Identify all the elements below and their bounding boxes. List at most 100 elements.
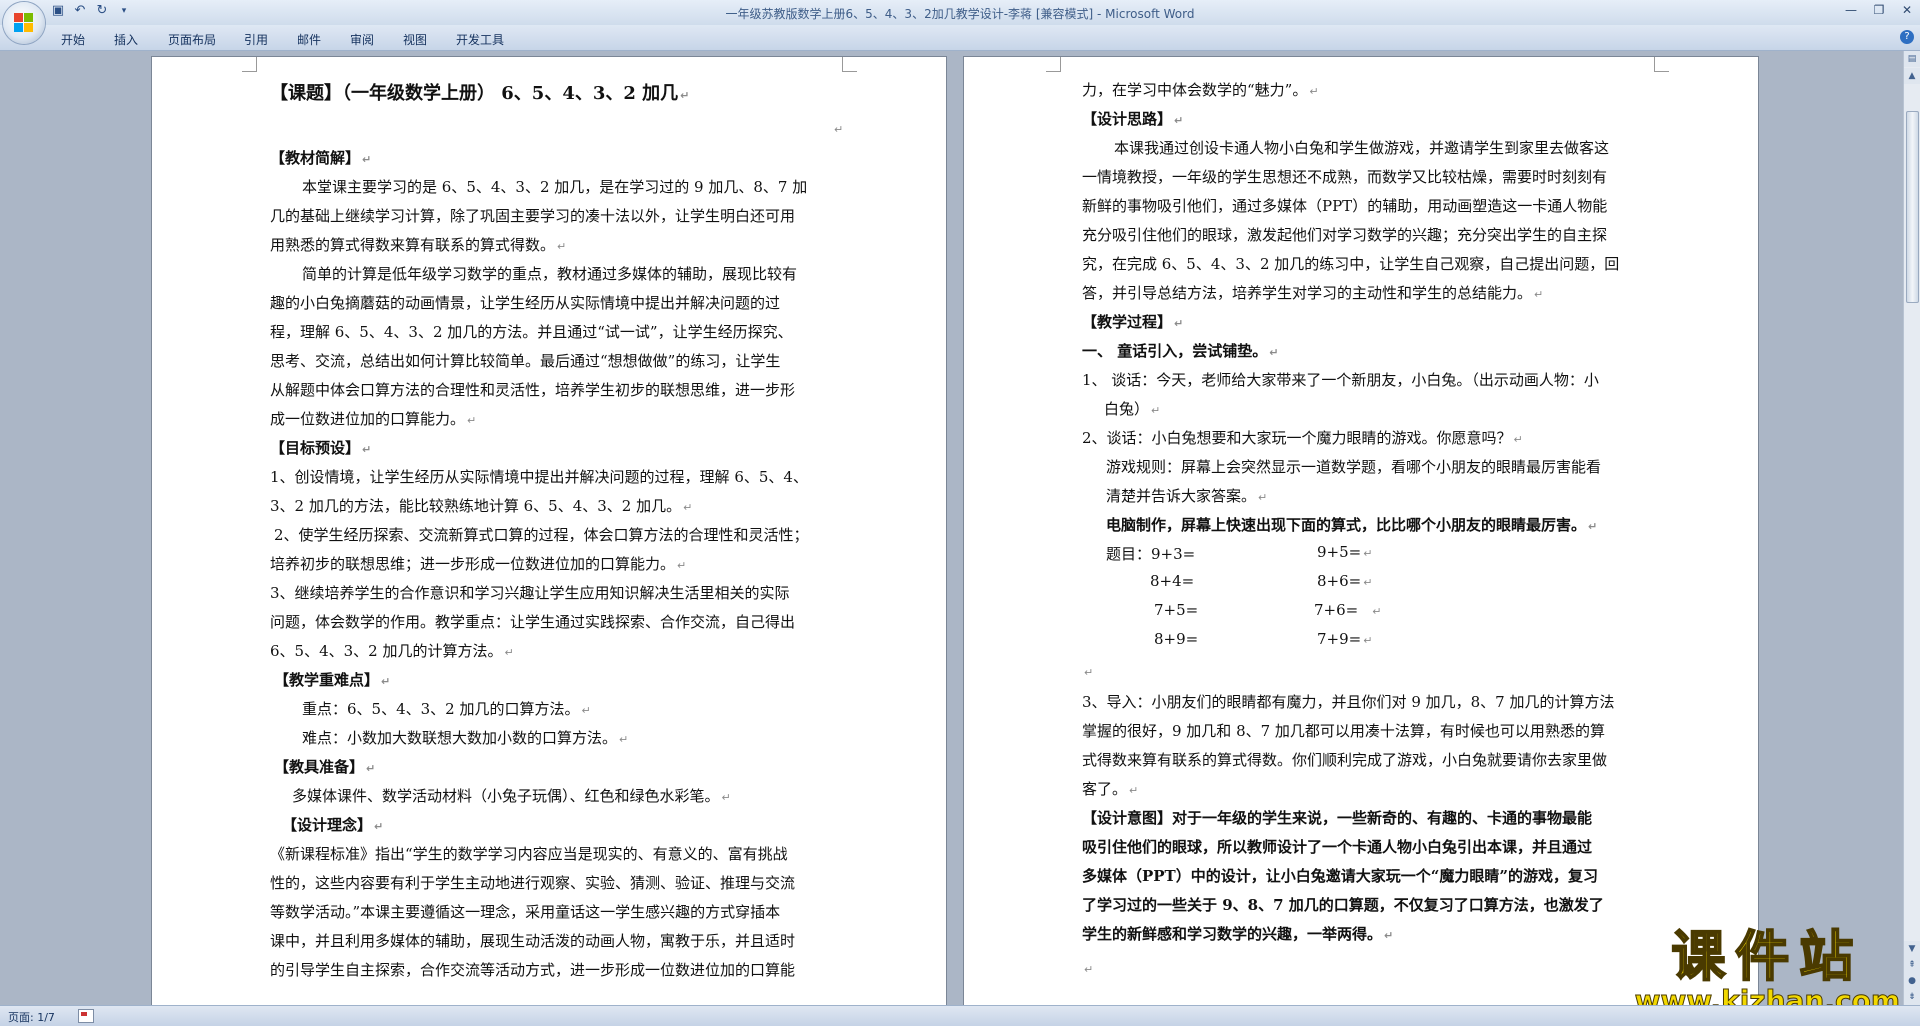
equation: 题目：9+3= (1106, 545, 1196, 563)
margin-mark (1654, 57, 1669, 72)
paragraph-line: 的引导学生自主探索，合作交流等活动方式，进一步形成一位数进位加的口算能 (270, 961, 796, 979)
paragraph-line: 简单的计算是低年级学习数学的重点，教材通过多媒体的辅助，展现比较有 (302, 265, 798, 283)
ribbon-tabs: 开始 插入 页面布局 引用 邮件 审阅 视图 开发工具 ? (0, 25, 1920, 51)
empty-paragraph: ↵ (1084, 963, 1094, 976)
previous-page-icon[interactable]: ⇞ (1904, 957, 1920, 973)
tab-mailings[interactable]: 邮件 (297, 31, 321, 48)
equation: 7+9= ↵ (1317, 630, 1373, 648)
paragraph-line: 问题，体会数学的作用。教学重点：让学生通过实践探索、合作交流，自己得出 (270, 613, 796, 631)
paragraph-line: 式得数来算有联系的算式得数。你们顺利完成了游戏，小白兔就要请你去家里做 (1082, 751, 1608, 769)
section-heading: 【目标预设】 ↵ (270, 439, 372, 457)
paragraph-line: 成一位数进位加的口算能力。 ↵ (270, 410, 477, 428)
paragraph-line: 究，在完成 6、5、4、3、2 加几的练习中，让学生自己观察，自己提出问题，回 (1082, 255, 1620, 273)
paragraph-line: 多媒体课件、数学活动材料（小兔子玩偶）、红色和绿色水彩笔。 ↵ (292, 787, 731, 805)
section-heading: 【设计理念】 ↵ (282, 816, 384, 834)
scroll-down-icon[interactable]: ▼ (1904, 941, 1920, 957)
equation: 8+9= (1154, 630, 1199, 648)
tab-view[interactable]: 视图 (403, 31, 427, 48)
office-button[interactable] (3, 2, 45, 44)
window-controls: — ❐ ✕ (1844, 3, 1914, 17)
paragraph-line: 学生的新鲜感和学习数学的兴趣，一举两得。 ↵ (1082, 925, 1394, 943)
paragraph-line: 1、创设情境，让学生经历从实际情境中提出并解决问题的过程，理解 6、5、4、 (270, 468, 808, 486)
paragraph-line: 1、 谈话：今天，老师给大家带来了一个新朋友，小白兔。（出示动画人物：小 (1082, 371, 1599, 389)
title-bar: ▣ ↶ ↻ ▾ 一年级苏教版数学上册6、5、4、3、2加几教学设计-李蒋 [兼容… (0, 0, 1920, 44)
paragraph-line: 本堂课主要学习的是 6、5、4、3、2 加几，是在学习过的 9 加几、8、7 加 (302, 178, 808, 196)
paragraph-line: 一情境教授，一年级的学生思想还不成熟，而数学又比较枯燥，需要时时刻刻有 (1082, 168, 1608, 186)
paragraph-line: 【设计意图】对于一年级的学生来说，一些新奇的、有趣的、卡通的事物最能 (1082, 809, 1593, 827)
lesson-title: 【课题】（一年级数学上册） 6、5、4、3、2 加几 ↵ (270, 83, 690, 104)
tab-review[interactable]: 审阅 (350, 31, 374, 48)
section-heading: 【教学重难点】 ↵ (274, 671, 391, 689)
paragraph-line: 思考、交流，总结出如何计算比较简单。最后通过“想想做做”的练习，让学生 (270, 352, 781, 370)
paragraph-line: 客了。 ↵ (1082, 780, 1139, 798)
paragraph-line: 2、使学生经历探索、交流新算式口算的过程，体会口算方法的合理性和灵活性； (274, 526, 809, 544)
margin-mark (1046, 57, 1061, 72)
paragraph-line: 答，并引导总结方法，培养学生对学习的主动性和学生的总结能力。 ↵ (1082, 284, 1544, 302)
paragraph-line: 掌握的很好，9 加几和 8、7 加几都可以用凑十法算，有时候也可以用熟悉的算 (1082, 722, 1605, 740)
equation: 8+6= ↵ (1317, 572, 1373, 590)
macro-recording-icon[interactable] (78, 1009, 94, 1023)
paragraph-line: 趣的小白兔摘蘑菇的动画情景，让学生经历从实际情境中提出并解决问题的过 (270, 294, 781, 312)
section-heading: 【教学过程】 ↵ (1082, 313, 1184, 331)
watermark-logo: 课件站 www.kjzhan.com (1634, 924, 1900, 1017)
page-count[interactable]: 页面: 1/7 (8, 1009, 55, 1025)
document-page-1[interactable]: 【课题】（一年级数学上册） 6、5、4、3、2 加几 ↵ ↵ 【教材简解】 ↵ 本堂… (152, 57, 946, 1005)
paragraph-line: 课中，并且利用多媒体的辅助，展现生动活泼的动画人物，寓教于乐，并且适时 (270, 932, 796, 950)
tab-insert[interactable]: 插入 (114, 31, 138, 48)
paragraph-line: 培养初步的联想思维；进一步形成一位数进位加的口算能力。 ↵ (270, 555, 687, 573)
minimize-button[interactable]: — (1844, 3, 1858, 17)
scroll-thumb[interactable] (1906, 111, 1919, 303)
ruler-toggle-icon[interactable]: ▤ (1904, 51, 1920, 67)
status-bar: 页面: 1/7 (0, 1005, 1920, 1026)
document-page-2[interactable]: 力，在学习中体会数学的“魅力”。 ↵ 【设计思路】 ↵ 本课我通过创设卡通人物小白兔… (964, 57, 1758, 1005)
equation: 7+5= (1154, 601, 1199, 619)
tab-page-layout[interactable]: 页面布局 (168, 31, 216, 48)
equation: 7+6= ↵ (1314, 601, 1382, 619)
paragraph-line: 新鲜的事物吸引他们，通过多媒体（PPT）的辅助，用动画塑造这一卡通人物能 (1082, 197, 1608, 215)
margin-mark (842, 57, 857, 72)
next-page-icon[interactable]: ⇟ (1904, 989, 1920, 1005)
select-browse-object-icon[interactable]: ● (1904, 973, 1920, 989)
vertical-scrollbar[interactable]: ▤ ▲ ▼ ⇞ ● ⇟ (1903, 51, 1920, 1005)
section-heading: 【教材简解】 ↵ (270, 149, 372, 167)
document-area[interactable]: 【课题】（一年级数学上册） 6、5、4、3、2 加几 ↵ ↵ 【教材简解】 ↵ 本堂… (0, 51, 1904, 1005)
paragraph-line: 了学习过的一些关于 9、8、7 加几的口算题，不仅复习了口算方法，也激发了 (1082, 896, 1604, 914)
paragraph-line: 游戏规则：屏幕上会突然显示一道数学题，看哪个小朋友的眼睛最厉害能看 (1106, 458, 1602, 476)
paragraph-line: 白兔） ↵ (1104, 400, 1161, 418)
paragraph-line: 力，在学习中体会数学的“魅力”。 ↵ (1082, 81, 1319, 99)
paragraph-line: 用熟悉的算式得数来算有联系的算式得数。 ↵ (270, 236, 567, 254)
paragraph-line: 重点：6、5、4、3、2 加几的口算方法。 ↵ (302, 700, 591, 718)
paragraph-line: 6、5、4、3、2 加几的计算方法。 ↵ (270, 642, 514, 660)
help-icon[interactable]: ? (1900, 30, 1914, 44)
paragraph-line: 3、导入：小朋友们的眼睛都有魔力，并且你们对 9 加几，8、7 加几的计算方法 (1082, 693, 1615, 711)
paragraph-line: 等数学活动。”本课主要遵循这一理念，采用童话这一学生感兴趣的方式穿插本 (270, 903, 781, 921)
empty-paragraph: ↵ (1084, 666, 1094, 679)
window-title: 一年级苏教版数学上册6、5、4、3、2加几教学设计-李蒋 [兼容模式] - Mi… (725, 7, 1195, 21)
paragraph-line: 电脑制作，屏幕上快速出现下面的算式，比比哪个小朋友的眼睛最厉害。 ↵ (1106, 516, 1598, 534)
paragraph-line: 从解题中体会口算方法的合理性和灵活性，培养学生初步的联想思维，进一步形 (270, 381, 796, 399)
scroll-up-icon[interactable]: ▲ (1904, 68, 1920, 84)
paragraph-line: 程，理解 6、5、4、3、2 加几的方法。并且通过“试一试”，让学生经历探究、 (270, 323, 793, 341)
tab-home[interactable]: 开始 (61, 31, 85, 48)
close-button[interactable]: ✕ (1900, 3, 1914, 17)
paragraph-line: 3、2 加几的方法，能比较熟练地计算 6、5、4、3、2 加几。 ↵ (270, 497, 693, 515)
paragraph-line: 《新课程标准》指出“学生的数学学习内容应当是现实的、有意义的、富有挑战 (270, 845, 788, 863)
equation: 8+4= (1150, 572, 1195, 590)
watermark-text: 课件站 (1670, 924, 1864, 988)
office-logo-icon (14, 13, 34, 33)
section-heading: 【设计思路】 ↵ (1082, 110, 1184, 128)
equation: 9+5= ↵ (1317, 543, 1373, 561)
paragraph-line: 性的，这些内容要有利于学生主动地进行观察、实验、猜测、验证、推理与交流 (270, 874, 796, 892)
paragraph-line: 难点：小数加大数联想大数加小数的口算方法。 ↵ (302, 729, 629, 747)
maximize-button[interactable]: ❐ (1872, 3, 1886, 17)
paragraph-line: 吸引住他们的眼球，所以教师设计了一个卡通人物小白兔引出本课，并且通过 (1082, 838, 1593, 856)
tab-references[interactable]: 引用 (244, 31, 268, 48)
paragraph-line: 本课我通过创设卡通人物小白兔和学生做游戏，并邀请学生到家里去做客这 (1114, 139, 1610, 157)
section-subheading: 一、 童话引入，尝试铺垫。 ↵ (1082, 342, 1279, 360)
paragraph-line: 清楚并告诉大家答案。 ↵ (1106, 487, 1268, 505)
tab-developer[interactable]: 开发工具 (456, 31, 504, 48)
paragraph-line: 充分吸引住他们的眼球，激发起他们对学习数学的兴趣；充分突出学生的自主探 (1082, 226, 1608, 244)
paragraph-line: 几的基础上继续学习计算，除了巩固主要学习的凑十法以外，让学生明白还可用 (270, 207, 796, 225)
margin-mark (242, 57, 257, 72)
empty-paragraph: ↵ (834, 123, 844, 136)
